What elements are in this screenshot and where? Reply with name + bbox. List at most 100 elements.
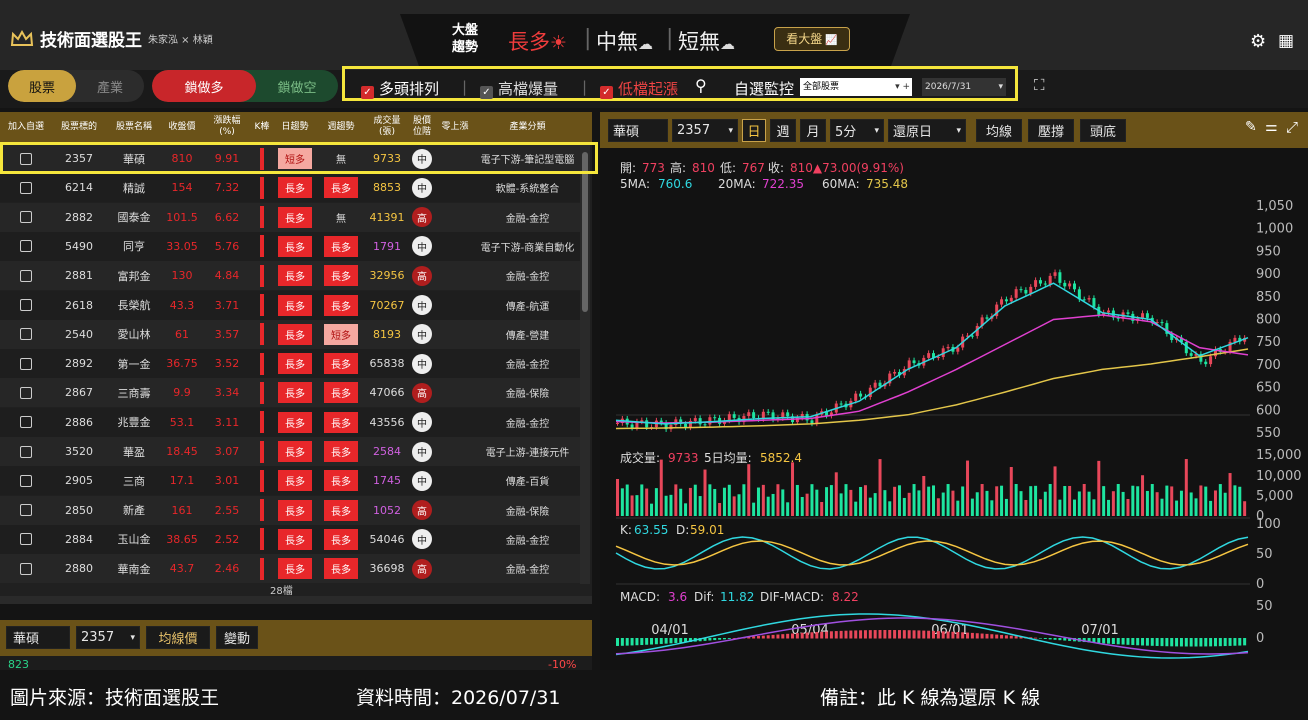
table-row[interactable]: 2881 富邦金 130 4.84 長多 長多 32956 高 金融-金控	[0, 261, 580, 291]
stock-name[interactable]: 富邦金	[107, 261, 161, 290]
table-row[interactable]: 2540 愛山林 61 3.57 長多 短多 8193 中 傳產-營建	[0, 319, 580, 349]
horizontal-scrollbar[interactable]	[0, 596, 592, 604]
column-header[interactable]: 收盤價	[161, 112, 203, 142]
column-header[interactable]: 產業分類	[475, 112, 580, 142]
bottom-stock-name[interactable]: 華碩	[6, 626, 70, 649]
period-minute-select[interactable]: 5分 ▾	[830, 119, 884, 142]
add-watchlist-checkbox[interactable]	[0, 349, 52, 378]
stock-name[interactable]: 新產	[107, 496, 161, 525]
tab-lock-short[interactable]: 鎖做空	[256, 70, 338, 102]
table-row[interactable]: 2905 三商 17.1 3.01 長多 長多 1745 中 傳產-百貨	[0, 466, 580, 496]
scrollbar[interactable]	[580, 144, 590, 584]
stock-name[interactable]: 長榮航	[107, 291, 161, 320]
stock-name[interactable]: 華盈	[107, 437, 161, 466]
expand-icon[interactable]: ⤢	[1286, 118, 1298, 136]
table-row[interactable]: 2884 玉山金 38.65 2.52 長多 長多 54046 中 金融-金控	[0, 524, 580, 554]
calendar-icon[interactable]: ⛶	[1034, 76, 1045, 94]
checkbox-unchecked-icon[interactable]: ✓	[480, 86, 493, 99]
add-watchlist-checkbox[interactable]	[0, 496, 52, 525]
column-header[interactable]: 零上漲	[435, 112, 475, 142]
grid-menu-icon[interactable]: ▦	[1278, 31, 1294, 51]
table-row[interactable]: 2880 華南金 43.7 2.46 長多 長多 36698 高 金融-金控	[0, 554, 580, 584]
add-watchlist-checkbox[interactable]	[0, 320, 52, 349]
bottom-stock-code[interactable]: 2357 ▾	[76, 626, 140, 649]
column-header[interactable]: K棒	[251, 112, 273, 142]
chart-toolbar: 華碩 2357 ▾ 日 週 月 5分 ▾ 還原日 ▾ 均線 壓撐 頭底 ✎ ⚌ ⤢	[600, 112, 1308, 148]
column-header[interactable]: 股票名稱	[107, 112, 161, 142]
chart-stock-name[interactable]: 華碩	[608, 119, 668, 142]
scrollbar-thumb[interactable]	[582, 152, 588, 312]
add-watchlist-checkbox[interactable]	[0, 525, 52, 554]
ma-price-button[interactable]: 均線價	[146, 626, 210, 649]
column-header[interactable]: 加入自選	[0, 112, 52, 142]
gear-icon[interactable]: ⚙	[1250, 31, 1266, 52]
stock-name[interactable]: 精誠	[107, 173, 161, 202]
stock-name[interactable]: 玉山金	[107, 525, 161, 554]
price-position: 中	[409, 232, 435, 261]
column-header[interactable]: 股票標的	[52, 112, 106, 142]
column-header[interactable]: 成交量 (張)	[365, 112, 409, 142]
add-watchlist-checkbox[interactable]	[0, 378, 52, 407]
column-header[interactable]: 週趨勢	[317, 112, 365, 142]
filter-low-rise[interactable]: ✓ 低檔起漲	[600, 78, 678, 99]
volume: 65838	[369, 357, 405, 371]
add-watchlist-checkbox[interactable]	[0, 173, 52, 202]
volume: 1052	[373, 503, 401, 517]
pen-icon[interactable]: ✎	[1245, 119, 1257, 135]
k-bar-icon	[251, 232, 273, 261]
add-watchlist-checkbox[interactable]	[0, 466, 52, 495]
period-day-button[interactable]: 日	[742, 119, 766, 142]
filter-high-volume[interactable]: ✓ 高檔爆量	[480, 78, 558, 99]
tab-stocks[interactable]: 股票	[8, 70, 76, 102]
period-month-button[interactable]: 月	[800, 119, 826, 142]
ohlc-low_l: 低:	[720, 161, 736, 175]
table-row[interactable]: 2867 三商壽 9.9 3.34 長多 長多 47066 高 金融-保險	[0, 378, 580, 408]
column-header[interactable]: 日趨勢	[273, 112, 317, 142]
add-watchlist-checkbox[interactable]	[0, 291, 52, 320]
stock-name[interactable]: 華南金	[107, 554, 161, 583]
settings-slider-icon[interactable]: ⚌	[1265, 119, 1278, 135]
stock-name[interactable]: 第一金	[107, 349, 161, 378]
volume: 70267	[369, 298, 405, 312]
stock-name[interactable]: 三商壽	[107, 378, 161, 407]
add-watchlist-checkbox[interactable]	[0, 232, 52, 261]
period-week-button[interactable]: 週	[770, 119, 796, 142]
add-watchlist-checkbox[interactable]	[0, 554, 52, 583]
support-resistance-button[interactable]: 壓撐	[1028, 119, 1074, 142]
restore-select[interactable]: 還原日 ▾	[888, 119, 966, 142]
price-position: 中	[409, 291, 435, 320]
chart-stock-code[interactable]: 2357 ▾	[672, 119, 738, 142]
add-watchlist-checkbox[interactable]	[0, 203, 52, 232]
add-watchlist-checkbox[interactable]	[0, 437, 52, 466]
column-header[interactable]: 股價 位階	[409, 112, 435, 142]
stock-name[interactable]: 同亨	[107, 232, 161, 261]
search-icon[interactable]: ⚲	[695, 76, 707, 95]
table-row[interactable]: 6214 精誠 154 7.32 長多 長多 8853 中 軟體-系統整合	[0, 173, 580, 203]
top-bottom-button[interactable]: 頭底	[1080, 119, 1126, 142]
table-row[interactable]: 2892 第一金 36.75 3.52 長多 長多 65838 中 金融-金控	[0, 349, 580, 379]
table-row[interactable]: 2886 兆豐金 53.1 3.11 長多 長多 43556 中 金融-金控	[0, 407, 580, 437]
date-select[interactable]: 2026/7/31 ▾	[922, 78, 1006, 96]
ma-button[interactable]: 均線	[976, 119, 1022, 142]
change-button[interactable]: 變動	[216, 626, 258, 649]
table-row[interactable]: 2882 國泰金 101.5 6.62 長多 無 41391 高 金融-金控	[0, 202, 580, 232]
watchlist-select[interactable]: 全部股票 ▾ +	[800, 78, 912, 96]
spinner-icon[interactable]: ▾ +	[895, 78, 910, 96]
checkbox-checked-icon[interactable]: ✓	[361, 86, 374, 99]
stock-name[interactable]: 兆豐金	[107, 408, 161, 437]
tab-lock-long[interactable]: 鎖做多	[152, 70, 256, 102]
add-watchlist-checkbox[interactable]	[0, 408, 52, 437]
table-row[interactable]: 2850 新產 161 2.55 長多 長多 1052 高 金融-保險	[0, 495, 580, 525]
filter-bull-alignment[interactable]: ✓ 多頭排列	[361, 78, 439, 99]
stock-name[interactable]: 愛山林	[107, 320, 161, 349]
stock-name[interactable]: 國泰金	[107, 203, 161, 232]
checkbox-checked-icon[interactable]: ✓	[600, 86, 613, 99]
tab-industry[interactable]: 產業	[76, 70, 144, 102]
add-watchlist-checkbox[interactable]	[0, 261, 52, 290]
table-row[interactable]: 5490 同亨 33.05 5.76 長多 長多 1791 中 電子下游-商業自動化	[0, 231, 580, 261]
table-row[interactable]: 2618 長榮航 43.3 3.71 長多 長多 70267 中 傳產-航運	[0, 290, 580, 320]
stock-name[interactable]: 三商	[107, 466, 161, 495]
watch-market-button[interactable]: 看大盤 📈	[774, 27, 850, 51]
column-header[interactable]: 漲跌幅 (%)	[203, 112, 251, 142]
table-row[interactable]: 3520 華盈 18.45 3.07 長多 長多 2584 中 電子上游-連接元件	[0, 437, 580, 466]
